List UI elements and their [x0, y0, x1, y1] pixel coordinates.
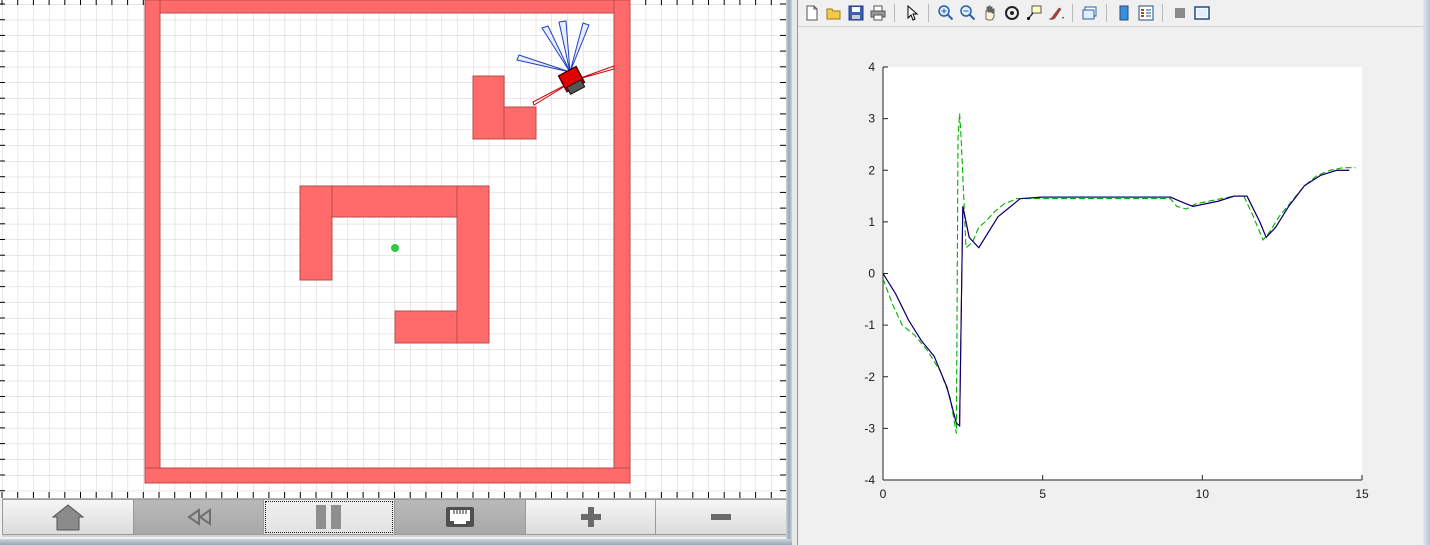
x-tick-label: 5 [1039, 487, 1046, 501]
simulator-window [0, 0, 792, 545]
y-tick-label: -3 [864, 421, 875, 435]
y-tick-label: -4 [864, 473, 875, 487]
zoom-in-button[interactable] [524, 499, 657, 535]
x-tick-label: 10 [1196, 487, 1210, 501]
obstacle-c-bottom [394, 310, 458, 344]
simulation-arena[interactable] [0, 0, 790, 498]
window-border [786, 0, 792, 545]
y-tick-label: 0 [868, 267, 875, 281]
wall-left [144, 0, 161, 484]
goal-marker [391, 244, 399, 252]
y-tick-label: -1 [864, 318, 875, 332]
plot-figure: 0 5 10 1543210-1-2-3-4 [864, 60, 1369, 501]
obstacle-c-top [331, 185, 458, 218]
y-tick-label: 3 [868, 112, 875, 126]
plus-icon [580, 507, 601, 527]
x-tick-label: 0 [880, 487, 887, 501]
rewind-button[interactable] [132, 499, 265, 535]
home-button[interactable] [2, 499, 134, 535]
y-tick-label: 2 [868, 163, 875, 177]
obstacle-l-vertical [472, 75, 505, 140]
pause-button[interactable] [263, 499, 396, 535]
rewind-icon [186, 508, 211, 526]
figure-window: 0 5 10 15 4 3 2 1 0 -1 -2 -3 -4 [797, 0, 1430, 545]
simulator-controls [2, 498, 788, 537]
wall-bottom [144, 467, 631, 484]
window-border [1423, 0, 1430, 545]
wall-right [613, 0, 631, 484]
obstacle-c-left [299, 185, 333, 281]
window-border [0, 539, 792, 545]
obstacle-c-right [456, 185, 490, 344]
x-tick-label: 15 [1355, 487, 1369, 501]
zoom-out-button[interactable] [655, 499, 788, 535]
wall-top [144, 0, 631, 14]
pause-icon [316, 505, 342, 529]
obstacle-l-horizontal [503, 106, 537, 140]
minus-icon [711, 514, 732, 520]
y-tick-label: -2 [864, 370, 875, 384]
home-icon [51, 504, 85, 531]
ethernet-icon [445, 507, 474, 527]
y-tick-label: 1 [868, 215, 875, 229]
y-tick-label: 4 [868, 60, 875, 74]
network-button[interactable] [394, 499, 526, 535]
